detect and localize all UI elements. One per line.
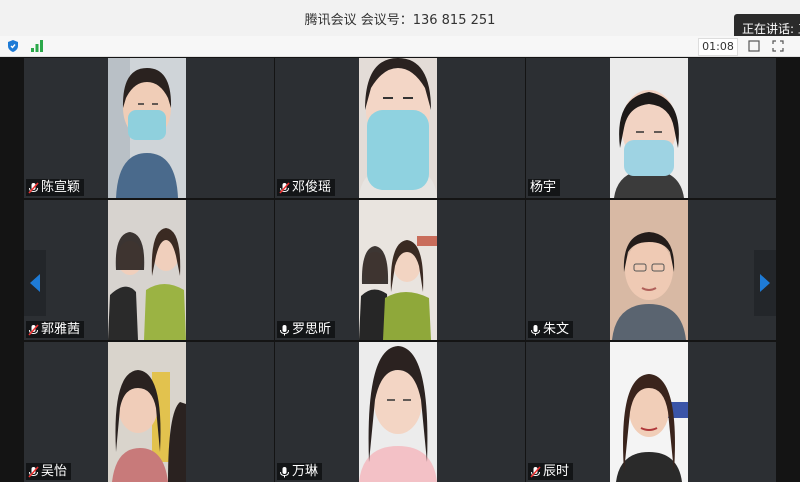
mic-icon	[531, 324, 540, 335]
participant-label: 邓俊瑶	[277, 179, 336, 196]
participant-label: 万琳	[277, 463, 323, 480]
meeting-timer: 01:08	[698, 38, 738, 56]
mic-muted-icon	[28, 465, 39, 478]
participant-name: 辰时	[543, 464, 570, 479]
status-toolbar: 01:08	[0, 36, 800, 57]
video-feed	[108, 200, 186, 340]
participant-name: 吴怡	[41, 464, 68, 479]
participant-label: 杨宇	[528, 179, 561, 196]
prev-page-button[interactable]	[24, 250, 46, 316]
mic-muted-icon	[28, 323, 39, 336]
next-page-button[interactable]	[754, 250, 776, 316]
chevron-right-icon	[760, 274, 770, 292]
participant-label: 陈宣颖	[26, 179, 85, 196]
video-feed	[108, 342, 186, 482]
participant-tile[interactable]: 邓俊瑶	[275, 58, 525, 198]
participant-name: 陈宣颖	[41, 180, 81, 195]
participant-tile[interactable]: 朱文	[526, 200, 776, 340]
participant-name: 郭雅茜	[41, 322, 81, 337]
participant-name: 邓俊瑶	[292, 180, 332, 195]
participant-tile[interactable]: 万琳	[275, 342, 525, 482]
video-feed	[610, 58, 688, 198]
video-feed	[610, 200, 688, 340]
shield-icon[interactable]	[6, 39, 20, 53]
mic-icon	[280, 466, 289, 477]
grid-view-icon[interactable]	[748, 40, 760, 52]
video-feed	[359, 58, 437, 198]
mic-muted-icon	[530, 465, 541, 478]
participant-tile[interactable]: 杨宇	[526, 58, 776, 198]
participant-label: 罗思昕	[277, 321, 336, 338]
participant-name: 杨宇	[530, 180, 557, 195]
participant-name: 朱文	[543, 322, 570, 337]
chevron-left-icon	[30, 274, 40, 292]
meeting-title: 腾讯会议 会议号：136 815 251	[304, 13, 496, 28]
video-feed	[359, 200, 437, 340]
participant-name: 万琳	[292, 464, 319, 479]
video-feed	[108, 58, 186, 198]
participant-tile[interactable]: 罗思昕	[275, 200, 525, 340]
fullscreen-icon[interactable]	[772, 40, 784, 52]
participant-tile[interactable]: 辰时	[526, 342, 776, 482]
title-bar: 腾讯会议 会议号：136 815 251	[0, 0, 800, 37]
video-feed	[359, 342, 437, 482]
mic-muted-icon	[28, 181, 39, 194]
participant-tile[interactable]: 陈宣颖	[24, 58, 274, 198]
participant-name: 罗思昕	[292, 322, 332, 337]
participant-tile[interactable]: 吴怡	[24, 342, 274, 482]
mic-icon	[280, 324, 289, 335]
participant-label: 郭雅茜	[26, 321, 85, 338]
mic-muted-icon	[279, 181, 290, 194]
video-grid: 陈宣颖 邓俊瑶 杨宇 郭雅茜 罗思昕 朱文 吴怡 万琳 辰时	[0, 57, 800, 482]
participant-label: 辰时	[528, 463, 574, 480]
participant-tile[interactable]: 郭雅茜	[24, 200, 274, 340]
participant-label: 朱文	[528, 321, 574, 338]
video-feed	[610, 342, 688, 482]
participant-label: 吴怡	[26, 463, 72, 480]
signal-strength-icon[interactable]	[30, 39, 44, 53]
